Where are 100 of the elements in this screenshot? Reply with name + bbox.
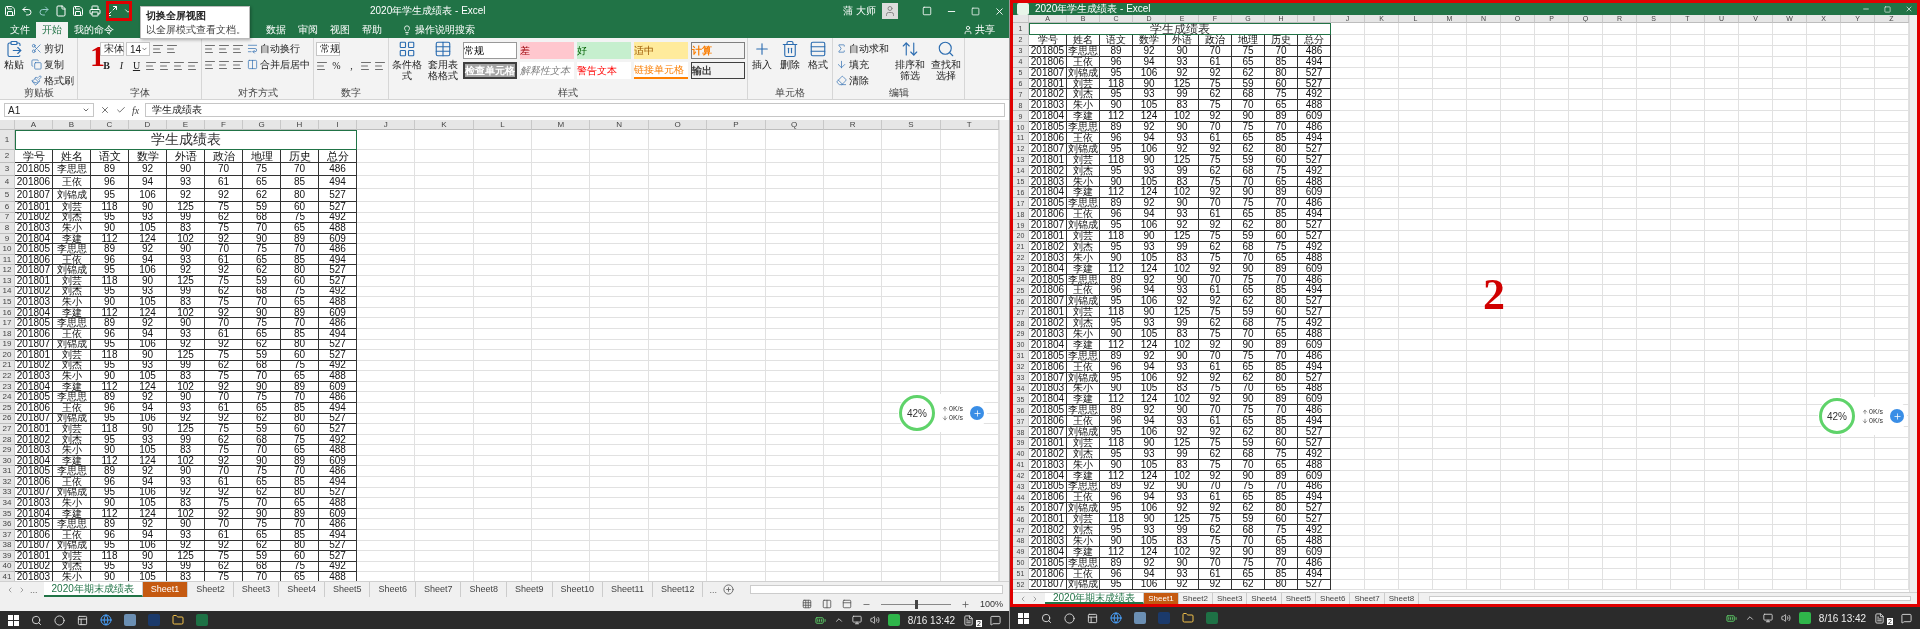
sheet-tab[interactable]: Sheet5 (1281, 593, 1317, 604)
format-button[interactable] (232, 42, 244, 55)
ribbon-tab[interactable]: 审阅 (292, 22, 324, 38)
chevron-left-icon[interactable] (6, 585, 14, 594)
row-number[interactable]: 25 (0, 403, 15, 414)
sheet-tab[interactable]: 2020年期末成绩表 (43, 582, 143, 597)
ribbon-button[interactable]: 套用表格格式 (427, 40, 459, 81)
ribbon-tab[interactable]: 我的命令 (68, 22, 120, 38)
monitor-icon[interactable] (1762, 613, 1773, 623)
select-all-corner[interactable] (0, 120, 15, 130)
row-number[interactable]: 2 (0, 150, 15, 163)
column-header[interactable]: Q (765, 120, 824, 130)
sheet-tab[interactable]: Sheet6 (1316, 593, 1351, 604)
row-number[interactable]: 1 (0, 130, 15, 150)
undo-icon[interactable] (21, 5, 33, 17)
column-header[interactable]: E (167, 120, 205, 130)
format-button[interactable] (316, 59, 328, 72)
ribbon-button[interactable]: 合并后居中 (246, 58, 311, 71)
ribbon-tab[interactable]: 数据 (260, 22, 292, 38)
zoom-level[interactable]: 100% (979, 599, 1003, 609)
ribbon-button[interactable]: 条件格式 (391, 40, 423, 81)
user-name[interactable]: 蒲 大师 (843, 4, 876, 18)
volume-icon[interactable] (1780, 613, 1791, 623)
format-button[interactable] (204, 42, 216, 55)
sheet-tab[interactable]: Sheet7 (1350, 593, 1385, 604)
format-button[interactable] (187, 59, 199, 72)
column-header[interactable]: H (281, 120, 319, 130)
printer-icon[interactable] (89, 5, 101, 17)
cell-style-tile[interactable]: 警告文本 (577, 62, 631, 79)
column-header[interactable]: K (415, 120, 474, 130)
avatar-icon[interactable] (882, 3, 898, 19)
battery-icon[interactable] (814, 614, 826, 626)
sheet-tab[interactable]: Sheet3 (1212, 593, 1248, 604)
row-number[interactable]: 9 (0, 233, 15, 245)
sheet-tab[interactable]: 2020年期末成绩表 (1045, 593, 1145, 604)
row-number[interactable]: 18 (0, 328, 15, 340)
chevron-left-icon[interactable] (1019, 594, 1027, 603)
cell-style-tile[interactable]: 输出 (691, 62, 745, 79)
app-icon[interactable] (1798, 612, 1811, 624)
cell-style-tile[interactable]: 适中 (634, 42, 688, 59)
app-icon[interactable] (887, 614, 900, 626)
format-button[interactable] (232, 58, 244, 71)
save-icon[interactable] (4, 5, 16, 17)
redo-icon[interactable] (38, 5, 50, 17)
plus-button[interactable] (1890, 409, 1904, 423)
windows-logo-icon[interactable] (8, 614, 19, 626)
row-number[interactable]: 32 (0, 477, 15, 488)
format-button[interactable] (173, 59, 185, 72)
column-header[interactable]: A (15, 120, 53, 130)
share-button[interactable]: 共享 (957, 22, 1001, 38)
format-button[interactable] (360, 59, 372, 72)
cell-style-tile[interactable]: 常规 (463, 42, 517, 59)
format-button[interactable]: U (130, 59, 143, 72)
row-number[interactable]: 36 (0, 519, 15, 530)
row-number[interactable]: 5 (0, 189, 15, 202)
monitor-icon[interactable] (851, 615, 862, 625)
format-button[interactable]: I (115, 59, 128, 72)
dropdown-field[interactable]: 常规 (316, 42, 340, 56)
format-button[interactable] (152, 43, 164, 55)
ribbon-button[interactable]: 剪切 (30, 42, 65, 55)
maximize-icon[interactable] (971, 6, 980, 16)
scrollbar[interactable] (1909, 15, 1917, 592)
row-number[interactable]: 39 (0, 551, 15, 562)
maximize-icon[interactable] (1884, 5, 1891, 13)
format-button[interactable] (166, 43, 178, 55)
row-number[interactable]: 31 (0, 466, 15, 478)
more-tabs[interactable]: ... (709, 584, 717, 595)
check-icon[interactable] (116, 105, 126, 115)
sheet-tab[interactable]: Sheet1 (142, 582, 189, 597)
cell-style-tile[interactable]: 差 (520, 42, 574, 59)
row-number[interactable]: 6 (0, 202, 15, 213)
scrollbar[interactable] (999, 120, 1009, 581)
format-button[interactable] (374, 59, 386, 72)
row-number[interactable]: 34 (0, 498, 15, 509)
document-icon[interactable] (963, 614, 975, 626)
row-number[interactable]: 29 (0, 445, 15, 456)
insert-function-button[interactable]: fx (132, 104, 140, 116)
page-break-icon[interactable] (841, 599, 852, 609)
sheet-tab[interactable]: Sheet4 (1247, 593, 1282, 604)
app-icon[interactable] (1134, 612, 1146, 624)
globe-icon[interactable] (1110, 612, 1122, 624)
folder-icon[interactable] (172, 614, 184, 626)
cell-style-tile[interactable]: 好 (577, 42, 631, 59)
battery-icon[interactable] (1725, 612, 1737, 624)
select-all-corner[interactable] (1013, 15, 1029, 23)
document-icon[interactable] (1874, 612, 1886, 624)
column-header[interactable]: G (243, 120, 281, 130)
panels-icon[interactable] (1087, 612, 1098, 624)
row-number[interactable]: 37 (0, 529, 15, 541)
row-number[interactable]: 12 (0, 265, 15, 277)
row-number[interactable]: 4 (0, 176, 15, 189)
scrollbar[interactable] (1429, 596, 1911, 601)
column-header[interactable]: D (129, 120, 167, 130)
ribbon-display-icon[interactable] (922, 6, 932, 16)
ribbon-button[interactable]: 填充 (835, 58, 870, 71)
format-button[interactable] (218, 58, 230, 71)
ribbon-tab[interactable]: 文件 (4, 22, 36, 38)
slider-thumb[interactable] (914, 599, 918, 609)
ribbon-button[interactable]: 插入 (750, 40, 774, 70)
row-number[interactable]: 24 (0, 392, 15, 403)
